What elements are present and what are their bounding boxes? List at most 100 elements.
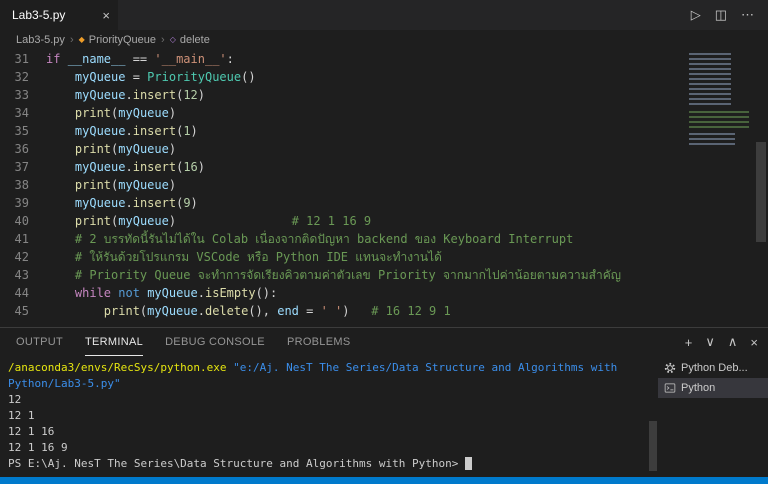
line-number: 38 [0, 176, 46, 194]
terminal-output: /anaconda3/envs/RecSys/python.exe "e:/Aj… [8, 360, 658, 472]
symbol-class-icon: ◆ [79, 36, 85, 44]
code-token: = [299, 304, 321, 318]
symbol-method-icon: ◇ [170, 36, 176, 44]
tab-actions: ▷ ◫ ⋯ [691, 0, 768, 30]
breadcrumb-item[interactable]: ◆ PriorityQueue [79, 34, 156, 46]
line-number: 40 [0, 212, 46, 230]
editor-scrollbar-thumb[interactable] [756, 142, 766, 242]
terminal-line: /anaconda3/envs/RecSys/python.exe "e:/Aj… [8, 360, 658, 376]
panel: OUTPUT TERMINAL DEBUG CONSOLE PROBLEMS + ∨ ∧ ×… [0, 327, 768, 477]
chevron-up-icon[interactable]: ∧ [728, 334, 738, 350]
breadcrumb-item[interactable]: Lab3-5.py [16, 34, 65, 46]
line-number: 45 [0, 302, 46, 320]
panel-tabs: OUTPUT TERMINAL DEBUG CONSOLE PROBLEMS [16, 329, 350, 356]
code-token: ) [342, 304, 349, 318]
code-token: __name__ [68, 52, 126, 66]
code-token: insert [133, 196, 176, 210]
code-text: print(myQueue.delete(), end = ' ') # 16 … [46, 302, 451, 320]
code-line: 44 while not myQueue.isEmpty(): [0, 284, 768, 302]
new-terminal-icon[interactable]: + [685, 335, 693, 350]
breadcrumb-separator-icon: › [70, 34, 74, 46]
code-line: 45 print(myQueue.delete(), end = ' ') # … [0, 302, 768, 320]
code-line: 32 myQueue = PriorityQueue() [0, 68, 768, 86]
code-text: myQueue.insert(12) [46, 86, 205, 104]
code-token: myQueue [75, 196, 126, 210]
panel-header: OUTPUT TERMINAL DEBUG CONSOLE PROBLEMS + ∨ ∧ × [0, 328, 768, 356]
code-line: 42 # ให้รันด้วยโปรแกรม VSCode หรือ Pytho… [0, 248, 768, 266]
terminal-list-item[interactable]: Python Deb... [658, 358, 768, 378]
code-text: print(myQueue) [46, 104, 176, 122]
terminal-line: 12 1 16 [8, 424, 658, 440]
chevron-down-icon[interactable]: ∨ [705, 334, 715, 350]
line-number: 34 [0, 104, 46, 122]
line-number: 36 [0, 140, 46, 158]
code-token: myQueue [75, 160, 126, 174]
breadcrumb-item-label: delete [180, 34, 210, 46]
editor-scrollbar[interactable] [754, 50, 768, 327]
breadcrumb-item-label: Lab3-5.py [16, 34, 65, 46]
code-line: 38 print(myQueue) [0, 176, 768, 194]
editor-tab[interactable]: Lab3-5.py × [0, 0, 118, 30]
code-token: 9 [183, 196, 190, 210]
code-token [46, 232, 75, 246]
terminal-cursor [465, 457, 472, 470]
code-token: myQueue [118, 142, 169, 156]
run-icon[interactable]: ▷ [691, 7, 701, 23]
terminal-list-item[interactable]: Python [658, 378, 768, 398]
code-token: myQueue [147, 286, 198, 300]
editor[interactable]: 31if __name__ == '__main__':32 myQueue =… [0, 50, 768, 327]
panel-body: /anaconda3/envs/RecSys/python.exe "e:/Aj… [0, 356, 768, 477]
terminal-text: "e:/Aj. NesT The Series/Data Structure a… [233, 361, 617, 374]
code-line: 33 myQueue.insert(12) [0, 86, 768, 104]
code-token [46, 142, 75, 156]
code-token: isEmpty [205, 286, 256, 300]
panel-tab-output[interactable]: OUTPUT [16, 329, 63, 356]
code-line: 37 myQueue.insert(16) [0, 158, 768, 176]
panel-tab-terminal[interactable]: TERMINAL [85, 329, 143, 356]
code-token: == [125, 52, 154, 66]
code-token [46, 106, 75, 120]
code-text: print(myQueue) [46, 140, 176, 158]
terminal-scrollbar[interactable] [648, 356, 658, 477]
code-token: . [125, 196, 132, 210]
minimap[interactable] [689, 53, 753, 165]
code-token [46, 214, 75, 228]
code-token [46, 304, 104, 318]
code-token: 16 [183, 160, 197, 174]
code-text: while not myQueue.isEmpty(): [46, 284, 277, 302]
terminal-line: PS E:\Aj. NesT The Series\Data Structure… [8, 456, 658, 472]
code-line: 36 print(myQueue) [0, 140, 768, 158]
code-token [46, 88, 75, 102]
code-token: : [227, 52, 234, 66]
line-number: 43 [0, 266, 46, 284]
code-token: # Priority Queue จะทำการจัดเรียงคิวตามค่… [75, 268, 621, 282]
code-token: # ให้รันด้วยโปรแกรม VSCode หรือ Python I… [75, 250, 442, 264]
code-line: 35 myQueue.insert(1) [0, 122, 768, 140]
terminal[interactable]: /anaconda3/envs/RecSys/python.exe "e:/Aj… [0, 356, 658, 477]
panel-tab-problems[interactable]: PROBLEMS [287, 329, 351, 356]
code-line: 43 # Priority Queue จะทำการจัดเรียงคิวตา… [0, 266, 768, 284]
code-line: 40 print(myQueue) # 12 1 16 9 [0, 212, 768, 230]
breadcrumb-item-label: PriorityQueue [89, 34, 156, 46]
code-text: # 2 บรรทัดนี้รันไม่ได้ใน Colab เนื่องจาก… [46, 230, 573, 248]
code-token: # 16 12 9 1 [371, 304, 450, 318]
code-text: myQueue.insert(9) [46, 194, 198, 212]
split-editor-icon[interactable]: ◫ [715, 7, 727, 23]
close-panel-icon[interactable]: × [750, 335, 758, 350]
line-number: 33 [0, 86, 46, 104]
line-number: 31 [0, 50, 46, 68]
code-text: if __name__ == '__main__': [46, 50, 234, 68]
breadcrumb-item[interactable]: ◇ delete [170, 34, 210, 46]
code-token: ) [169, 178, 176, 192]
more-actions-icon[interactable]: ⋯ [741, 7, 754, 23]
panel-tab-debug-console[interactable]: DEBUG CONSOLE [165, 329, 265, 356]
code-token: ) [169, 142, 176, 156]
terminal-scrollbar-thumb[interactable] [649, 421, 657, 471]
code-token: = [125, 70, 147, 84]
code-token: end [277, 304, 299, 318]
close-tab-icon[interactable]: × [102, 8, 110, 23]
code-token: myQueue [118, 106, 169, 120]
code-token [46, 286, 75, 300]
code-token: ) [198, 88, 205, 102]
code-token [176, 214, 292, 228]
